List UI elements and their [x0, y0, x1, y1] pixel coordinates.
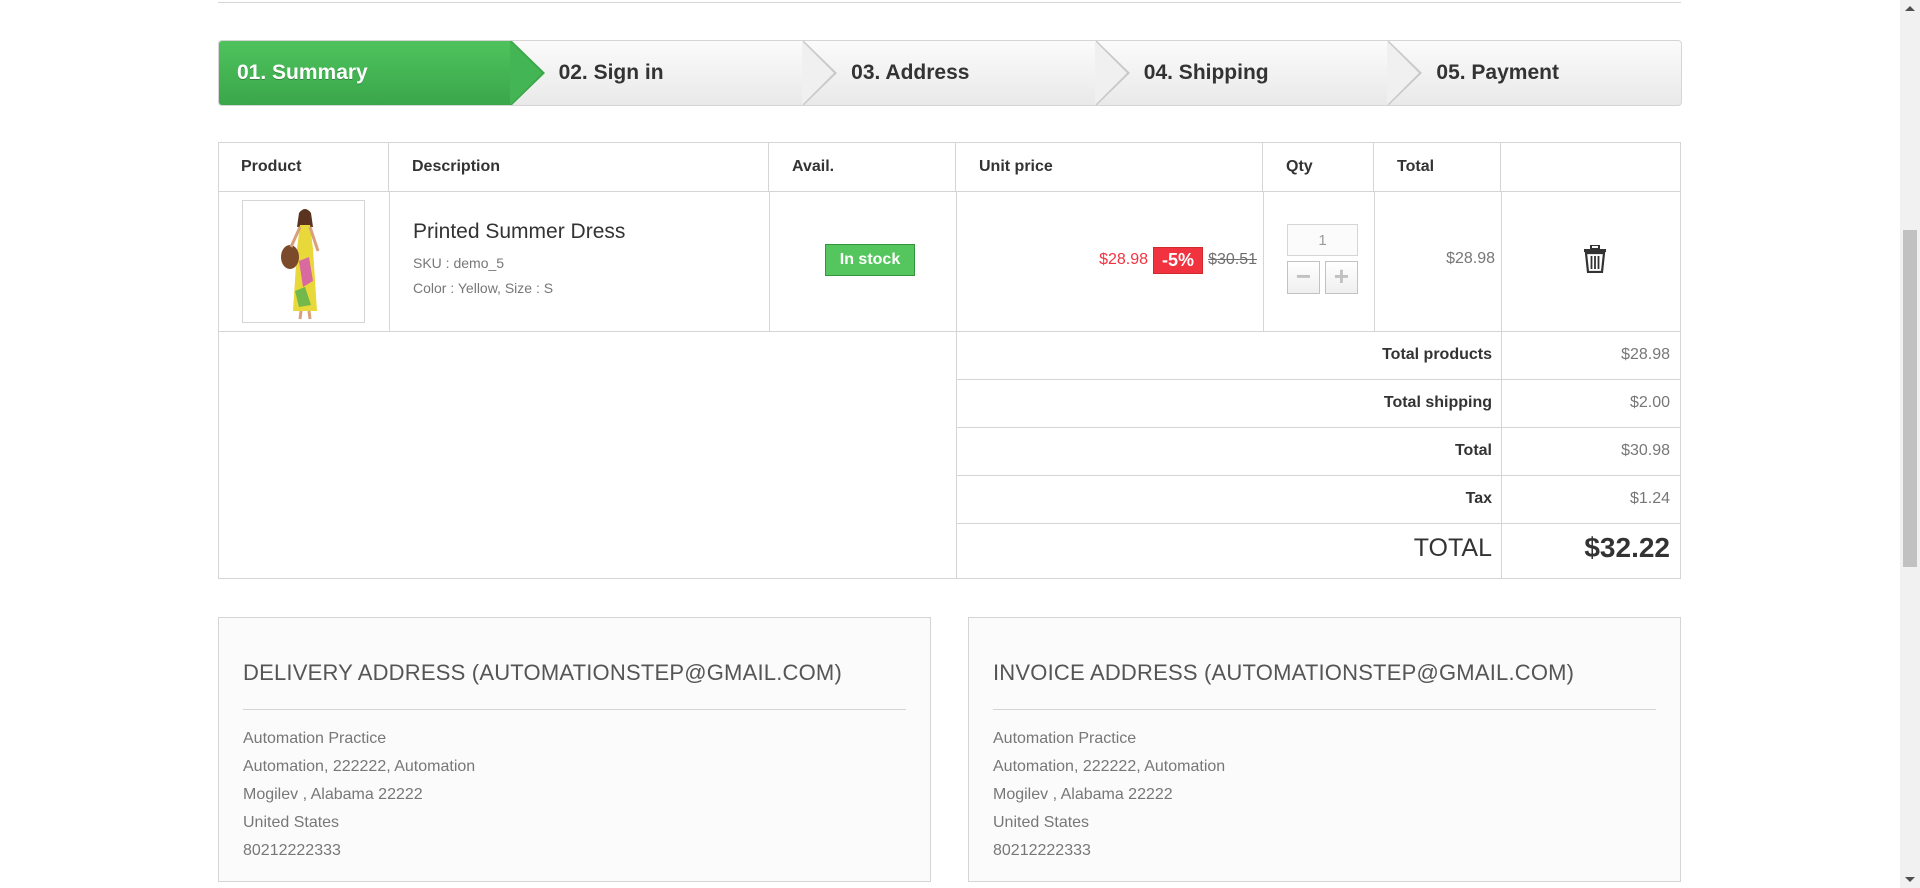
invoice-address-box: INVOICE ADDRESS (AUTOMATIONSTEP@GMAIL.CO…	[968, 617, 1681, 882]
address-line: United States	[243, 814, 340, 831]
product-name-link[interactable]: Printed Summer Dress	[413, 220, 625, 244]
step-arrow	[509, 41, 545, 105]
address-line: Automation Practice	[993, 730, 1137, 747]
dress-photo-icon	[243, 201, 364, 322]
summary-divider	[956, 475, 1681, 476]
item-divider	[218, 331, 1681, 332]
total-label: Total	[1454, 442, 1492, 459]
line-total-price: $28.98	[1446, 250, 1495, 267]
step-shipping[interactable]: 04. Shipping	[1096, 41, 1423, 105]
total-value: $30.98	[1621, 442, 1670, 459]
address-divider	[243, 709, 906, 710]
address-divider	[993, 709, 1656, 710]
tax-label: Tax	[1465, 490, 1492, 507]
invoice-address-title: INVOICE ADDRESS (AUTOMATIONSTEP@GMAIL.CO…	[993, 660, 1575, 685]
step-arrow	[802, 41, 838, 105]
step-arrow	[1387, 41, 1423, 105]
address-line: 80212222333	[993, 842, 1091, 859]
step-sign-in[interactable]: 02. Sign in	[511, 41, 838, 105]
unit-price: $28.98 -5% $30.51	[1099, 246, 1257, 274]
summary-divider	[956, 379, 1681, 380]
total-shipping-value: $2.00	[1629, 394, 1670, 411]
col-divider	[1374, 191, 1375, 331]
col-divider	[1263, 191, 1264, 331]
delivery-address-title: DELIVERY ADDRESS (AUTOMATIONSTEP@GMAIL.C…	[243, 660, 842, 685]
header-unit-price: Unit price	[956, 142, 1263, 191]
special-price: $28.98	[1099, 251, 1149, 268]
summary-divider	[956, 523, 1681, 524]
header-qty: Qty	[1263, 142, 1374, 191]
scrollbar-thumb[interactable]	[1903, 230, 1917, 567]
plus-icon: +	[1333, 261, 1350, 291]
top-divider	[218, 2, 1681, 3]
quantity-minus-button[interactable]: −	[1287, 261, 1320, 294]
checkout-steps: 01. Summary 02. Sign in 03. Address 04. …	[218, 40, 1682, 106]
availability-badge: In stock	[825, 244, 915, 276]
step-label: 03. Address	[851, 61, 970, 84]
product-attributes-text: Color : Yellow, Size : S	[413, 280, 554, 296]
header-product: Product	[218, 142, 389, 191]
col-divider	[389, 191, 390, 331]
header-total: Total	[1374, 142, 1501, 191]
address-line: Automation Practice	[243, 730, 387, 747]
minus-icon: −	[1295, 261, 1312, 291]
quantity-input[interactable]	[1287, 224, 1358, 256]
product-thumbnail[interactable]	[242, 200, 365, 323]
step-label: 02. Sign in	[558, 61, 664, 84]
tax-value: $1.24	[1629, 490, 1670, 507]
col-divider	[769, 191, 770, 331]
trash-icon	[1584, 244, 1606, 274]
header-description: Description	[389, 142, 769, 191]
delivery-address-box: DELIVERY ADDRESS (AUTOMATIONSTEP@GMAIL.C…	[218, 617, 931, 882]
product-sku: SKU : demo_5	[413, 255, 505, 271]
delete-item-button[interactable]	[1583, 244, 1607, 274]
address-line: Mogilev , Alabama 22222	[243, 786, 423, 803]
address-line: 80212222333	[243, 842, 341, 859]
total-products-label: Total products	[1382, 346, 1492, 363]
cart-summary-table: Product Description Avail. Unit price Qt…	[218, 142, 1681, 579]
price-reduction-badge: -5%	[1153, 246, 1204, 274]
step-payment[interactable]: 05. Payment	[1388, 41, 1681, 105]
col-divider	[1501, 191, 1502, 579]
scroll-up-arrow-icon[interactable]	[1905, 6, 1915, 11]
step-label: 04. Shipping	[1143, 61, 1269, 84]
address-line: Mogilev , Alabama 22222	[993, 786, 1173, 803]
step-label: 05. Payment	[1436, 61, 1559, 84]
step-arrow	[1094, 41, 1130, 105]
address-line: Automation, 222222, Automation	[993, 758, 1226, 775]
address-line: United States	[993, 814, 1090, 831]
page-scrollbar[interactable]	[1900, 0, 1920, 888]
header-avail: Avail.	[769, 142, 956, 191]
step-address[interactable]: 03. Address	[803, 41, 1130, 105]
quantity-plus-button[interactable]: +	[1325, 261, 1358, 294]
grand-total-value: $32.22	[1584, 532, 1670, 563]
scroll-down-arrow-icon[interactable]	[1905, 877, 1915, 882]
col-divider	[956, 191, 957, 579]
grand-total-label: TOTAL	[1413, 534, 1492, 562]
header-divider	[218, 191, 1681, 192]
total-shipping-label: Total shipping	[1383, 394, 1492, 411]
old-price: $30.51	[1208, 251, 1257, 268]
step-label: 01. Summary	[237, 61, 368, 84]
step-summary[interactable]: 01. Summary	[219, 41, 545, 105]
summary-divider	[956, 427, 1681, 428]
total-products-value: $28.98	[1621, 346, 1670, 363]
product-attributes[interactable]: Color : Yellow, Size : S	[413, 280, 553, 296]
address-line: Automation, 222222, Automation	[243, 758, 476, 775]
